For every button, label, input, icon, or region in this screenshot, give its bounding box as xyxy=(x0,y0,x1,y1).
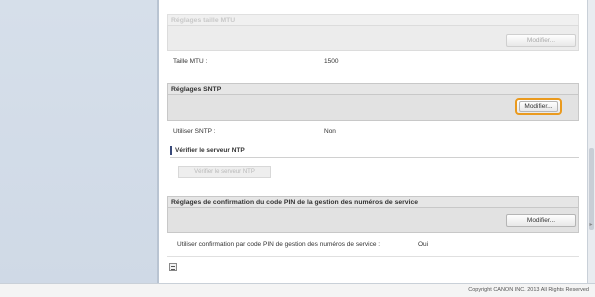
scroll-down-arrow-icon[interactable]: ▸ xyxy=(588,222,594,228)
ntp-heading-divider xyxy=(170,157,579,158)
copyright-text: Copyright CANON INC. 2013 All Rights Res… xyxy=(468,287,589,293)
pin-confirmation-label: Utiliser confirmation par code PIN de ge… xyxy=(177,241,381,248)
pin-section-title: Réglages de confirmation du code PIN de … xyxy=(167,196,579,207)
left-sidebar xyxy=(0,0,157,283)
check-ntp-server-button[interactable]: Vérifier le serveur NTP xyxy=(178,166,271,178)
footer: Copyright CANON INC. 2013 All Rights Res… xyxy=(0,284,595,297)
ntp-check-heading: Vérifier le serveur NTP xyxy=(170,146,245,155)
vertical-scrollbar[interactable] xyxy=(587,0,595,283)
use-sntp-value: Non xyxy=(324,128,336,135)
pin-confirmation-value: Oui xyxy=(418,241,429,248)
scrollbar-thumb[interactable] xyxy=(589,148,594,230)
mtu-modify-button[interactable]: Modifier... xyxy=(506,34,576,47)
sntp-modify-button[interactable]: Modifier... xyxy=(515,98,562,115)
sntp-modify-button-label: Modifier... xyxy=(519,101,558,112)
use-sntp-label: Utiliser SNTP : xyxy=(173,128,216,135)
mtu-section-title: Réglages taille MTU xyxy=(167,14,579,25)
bottom-divider xyxy=(167,256,579,257)
page-top-icon[interactable] xyxy=(169,263,177,271)
sntp-section-title: Réglages SNTP xyxy=(167,83,579,94)
mtu-size-label: Taille MTU : xyxy=(173,58,208,65)
mtu-size-value: 1500 xyxy=(324,58,339,65)
pin-modify-button[interactable]: Modifier... xyxy=(506,214,576,227)
sidebar-divider xyxy=(157,0,159,283)
